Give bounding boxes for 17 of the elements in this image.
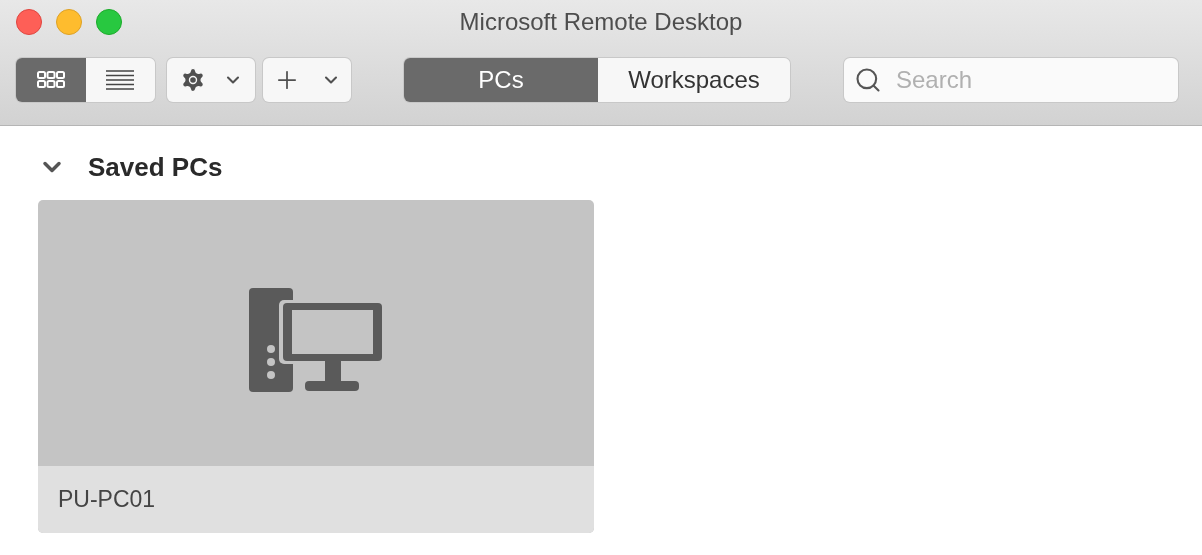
pc-card[interactable]: PU-PC01: [38, 200, 594, 533]
section-header[interactable]: Saved PCs: [38, 151, 223, 183]
search-icon: [854, 66, 882, 94]
search-field[interactable]: Search: [844, 58, 1178, 102]
zoom-button[interactable]: [96, 9, 122, 35]
list-view-button[interactable]: [85, 58, 155, 102]
tab[interactable]: Workspaces: [598, 58, 790, 102]
desktop-computer-icon: [249, 288, 383, 392]
grid-view-icon: [35, 69, 66, 91]
close-button[interactable]: [16, 9, 42, 35]
grid-view-button[interactable]: [16, 58, 86, 102]
add-menu-button[interactable]: [263, 58, 351, 102]
pc-name: PU-PC01: [58, 485, 156, 515]
window-title: Microsoft Remote Desktop: [459, 7, 743, 37]
list-view-icon: [105, 69, 136, 91]
settings-menu-button[interactable]: [167, 58, 255, 102]
tab[interactable]: PCs: [404, 58, 598, 102]
